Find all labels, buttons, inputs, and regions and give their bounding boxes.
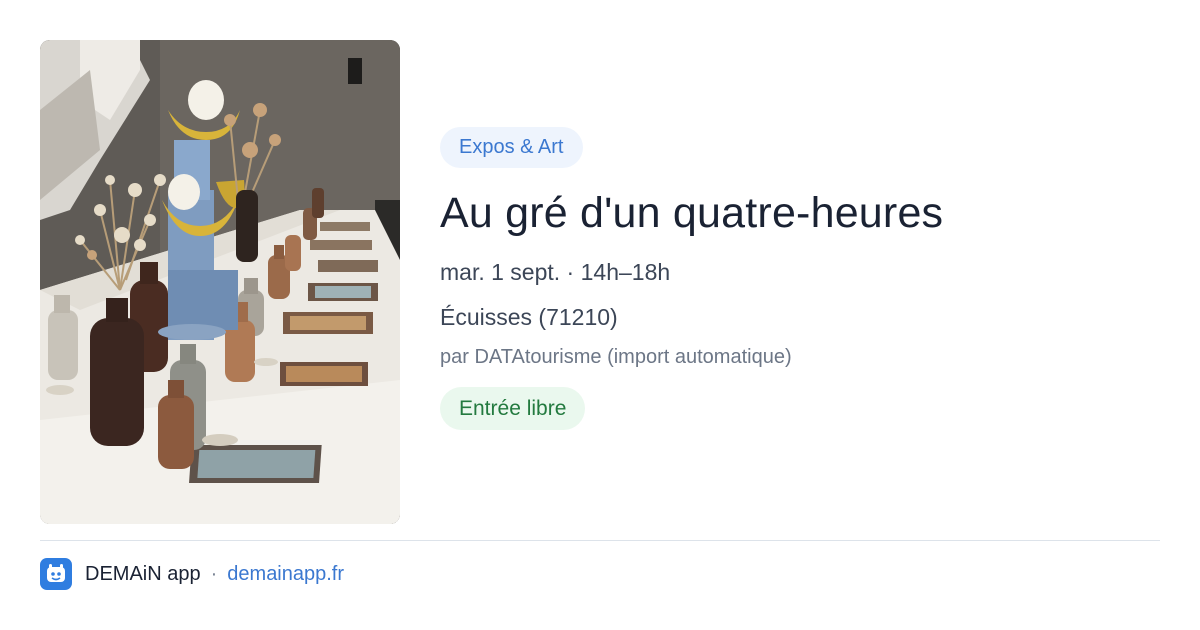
- footer-separator: ·: [210, 562, 218, 585]
- event-datetime: mar. 1 sept. · 14h–18h: [440, 259, 671, 285]
- category-badge[interactable]: Expos & Art: [440, 127, 583, 168]
- event-info: Expos & Art Au gré d'un quatre-heures ma…: [440, 127, 1160, 430]
- price-badge: Entrée libre: [440, 387, 586, 430]
- demain-app-logo-icon[interactable]: [40, 558, 72, 590]
- event-photo: [40, 40, 400, 524]
- event-title: Au gré d'un quatre-heures: [440, 189, 944, 237]
- event-location: Écuisses (71210): [440, 304, 618, 330]
- event-source: par DATAtourisme (import automatique): [440, 346, 792, 368]
- footer-divider: [40, 540, 1160, 541]
- site-link[interactable]: demainapp.fr: [227, 563, 344, 586]
- app-name: DEMAiN app: [85, 562, 201, 585]
- footer: DEMAiN app · demainapp.fr: [40, 558, 344, 590]
- event-card[interactable]: Expos & Art Au gré d'un quatre-heures ma…: [0, 0, 1200, 630]
